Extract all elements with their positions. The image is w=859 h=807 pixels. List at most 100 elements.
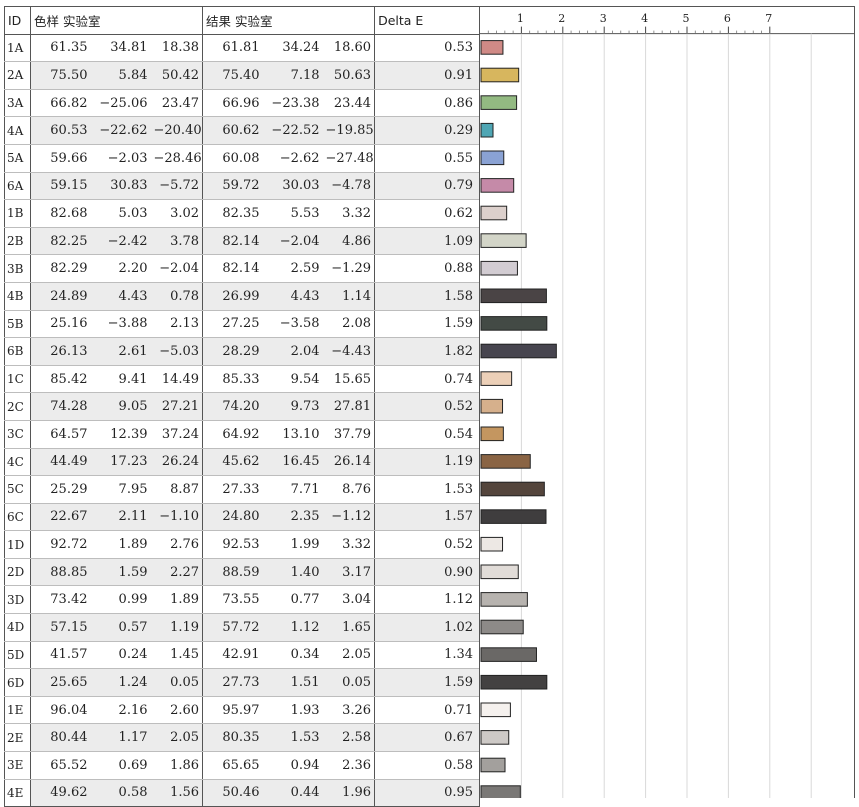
row-id: 1D	[4, 530, 31, 559]
sample-a: 2.11	[90, 503, 151, 532]
header-delta-e: Delta E	[374, 6, 481, 35]
bar	[480, 481, 545, 497]
result-l: 75.40	[202, 61, 263, 90]
sample-b: 14.49	[150, 365, 204, 394]
result-l: 95.97	[202, 696, 263, 725]
result-a: 1.40	[262, 558, 323, 587]
bar	[480, 647, 537, 662]
sample-l: 82.68	[30, 199, 91, 228]
delta-e-value: 1.34	[374, 641, 481, 670]
sample-b: −28.46	[150, 144, 204, 173]
result-a: 0.44	[262, 779, 323, 807]
sample-l: 82.25	[30, 227, 91, 256]
sample-l: 92.72	[30, 530, 91, 559]
sample-l: 41.57	[30, 641, 91, 670]
table-row: 6D 25.65 1.24 0.05 27.73 1.51 0.05 1.59	[4, 668, 481, 697]
result-a: −3.58	[262, 310, 323, 339]
bar	[480, 536, 504, 552]
delta-e-value: 1.12	[374, 585, 481, 615]
sample-a: 7.95	[90, 475, 151, 504]
bar	[480, 150, 505, 166]
result-a: 9.54	[262, 365, 323, 394]
result-a: −2.04	[262, 227, 323, 256]
result-b: 1.65	[322, 613, 376, 642]
bar	[480, 730, 510, 745]
delta-e-value: 1.82	[374, 337, 481, 366]
delta-e-value: 1.57	[374, 503, 481, 532]
row-id: 5D	[4, 641, 31, 670]
table-row: 4A 60.53 −22.62 −20.40 60.62 −22.52 −19.85 0.29	[4, 116, 481, 145]
result-l: 82.14	[202, 227, 263, 256]
result-l: 66.96	[202, 89, 263, 118]
row-id: 4A	[4, 116, 31, 145]
result-b: 2.08	[322, 310, 376, 339]
sample-b: 2.76	[150, 530, 204, 559]
delta-e-value: 0.79	[374, 172, 481, 201]
sample-b: −5.03	[150, 337, 204, 366]
delta-e-value: 0.67	[374, 723, 481, 753]
sample-a: −3.88	[90, 310, 151, 339]
delta-e-value: 0.88	[374, 254, 481, 283]
delta-e-value: 0.90	[374, 558, 481, 587]
result-b: 8.76	[322, 475, 376, 504]
tick-label: 7	[765, 12, 772, 25]
table-row: 2C 74.28 9.05 27.21 74.20 9.73 27.81 0.52	[4, 392, 481, 421]
delta-e-value: 1.02	[374, 613, 481, 642]
table-row: 4D 57.15 0.57 1.19 57.72 1.12 1.65 1.02	[4, 613, 481, 642]
sample-b: 23.47	[150, 89, 204, 118]
sample-b: 1.86	[150, 751, 204, 780]
bar	[480, 233, 527, 248]
sample-a: 1.24	[90, 668, 151, 697]
row-id: 5B	[4, 310, 31, 339]
sample-a: 17.23	[90, 448, 151, 477]
sample-l: 49.62	[30, 779, 91, 807]
sample-l: 22.67	[30, 503, 91, 532]
table-row: 1B 82.68 5.03 3.02 82.35 5.53 3.32 0.62	[4, 199, 481, 228]
sample-l: 74.28	[30, 392, 91, 421]
row-id: 1E	[4, 696, 31, 725]
result-a: 1.93	[262, 696, 323, 725]
result-l: 92.53	[202, 530, 263, 559]
result-b: 3.17	[322, 558, 376, 587]
bar	[480, 454, 531, 469]
sample-l: 57.15	[30, 613, 91, 642]
table-row: 1D 92.72 1.89 2.76 92.53 1.99 3.32 0.52	[4, 530, 481, 559]
sample-a: 0.24	[90, 641, 151, 670]
sample-a: 1.17	[90, 723, 151, 753]
bar	[480, 178, 515, 193]
table-row: 4C 44.49 17.23 26.24 45.62 16.45 26.14 1.19	[4, 448, 481, 477]
result-b: 2.05	[322, 641, 376, 670]
sample-b: 1.56	[150, 779, 204, 807]
table-row: 5D 41.57 0.24 1.45 42.91 0.34 2.05 1.34	[4, 641, 481, 670]
header-result: 结果 实验室	[202, 6, 376, 35]
bar	[480, 67, 520, 83]
delta-e-value: 0.86	[374, 89, 481, 118]
sample-b: 1.89	[150, 585, 204, 615]
sample-l: 96.04	[30, 696, 91, 725]
bar	[480, 95, 518, 110]
table-row: 3D 73.42 0.99 1.89 73.55 0.77 3.04 1.12	[4, 585, 481, 615]
row-id: 1C	[4, 365, 31, 394]
sample-l: 65.52	[30, 751, 91, 780]
result-l: 82.35	[202, 199, 263, 228]
row-id: 5C	[4, 475, 31, 504]
result-b: −1.29	[322, 254, 376, 283]
result-b: −27.48	[322, 144, 376, 173]
sample-a: 12.39	[90, 420, 151, 449]
delta-e-value: 0.62	[374, 199, 481, 228]
delta-e-value: 0.52	[374, 530, 481, 559]
table-row: 3E 65.52 0.69 1.86 65.65 0.94 2.36 0.58	[4, 751, 481, 780]
delta-e-value: 1.09	[374, 227, 481, 256]
row-id: 3D	[4, 585, 31, 615]
sample-l: 26.13	[30, 337, 91, 366]
row-id: 1B	[4, 199, 31, 228]
sample-a: 30.83	[90, 172, 151, 201]
bar	[480, 757, 506, 773]
result-b: 1.96	[322, 779, 376, 807]
result-a: 13.10	[262, 420, 323, 449]
delta-e-value: 0.58	[374, 751, 481, 780]
sample-a: 34.81	[90, 34, 151, 63]
delta-e-value: 0.74	[374, 365, 481, 394]
row-id: 1A	[4, 34, 31, 63]
sample-l: 59.15	[30, 172, 91, 201]
